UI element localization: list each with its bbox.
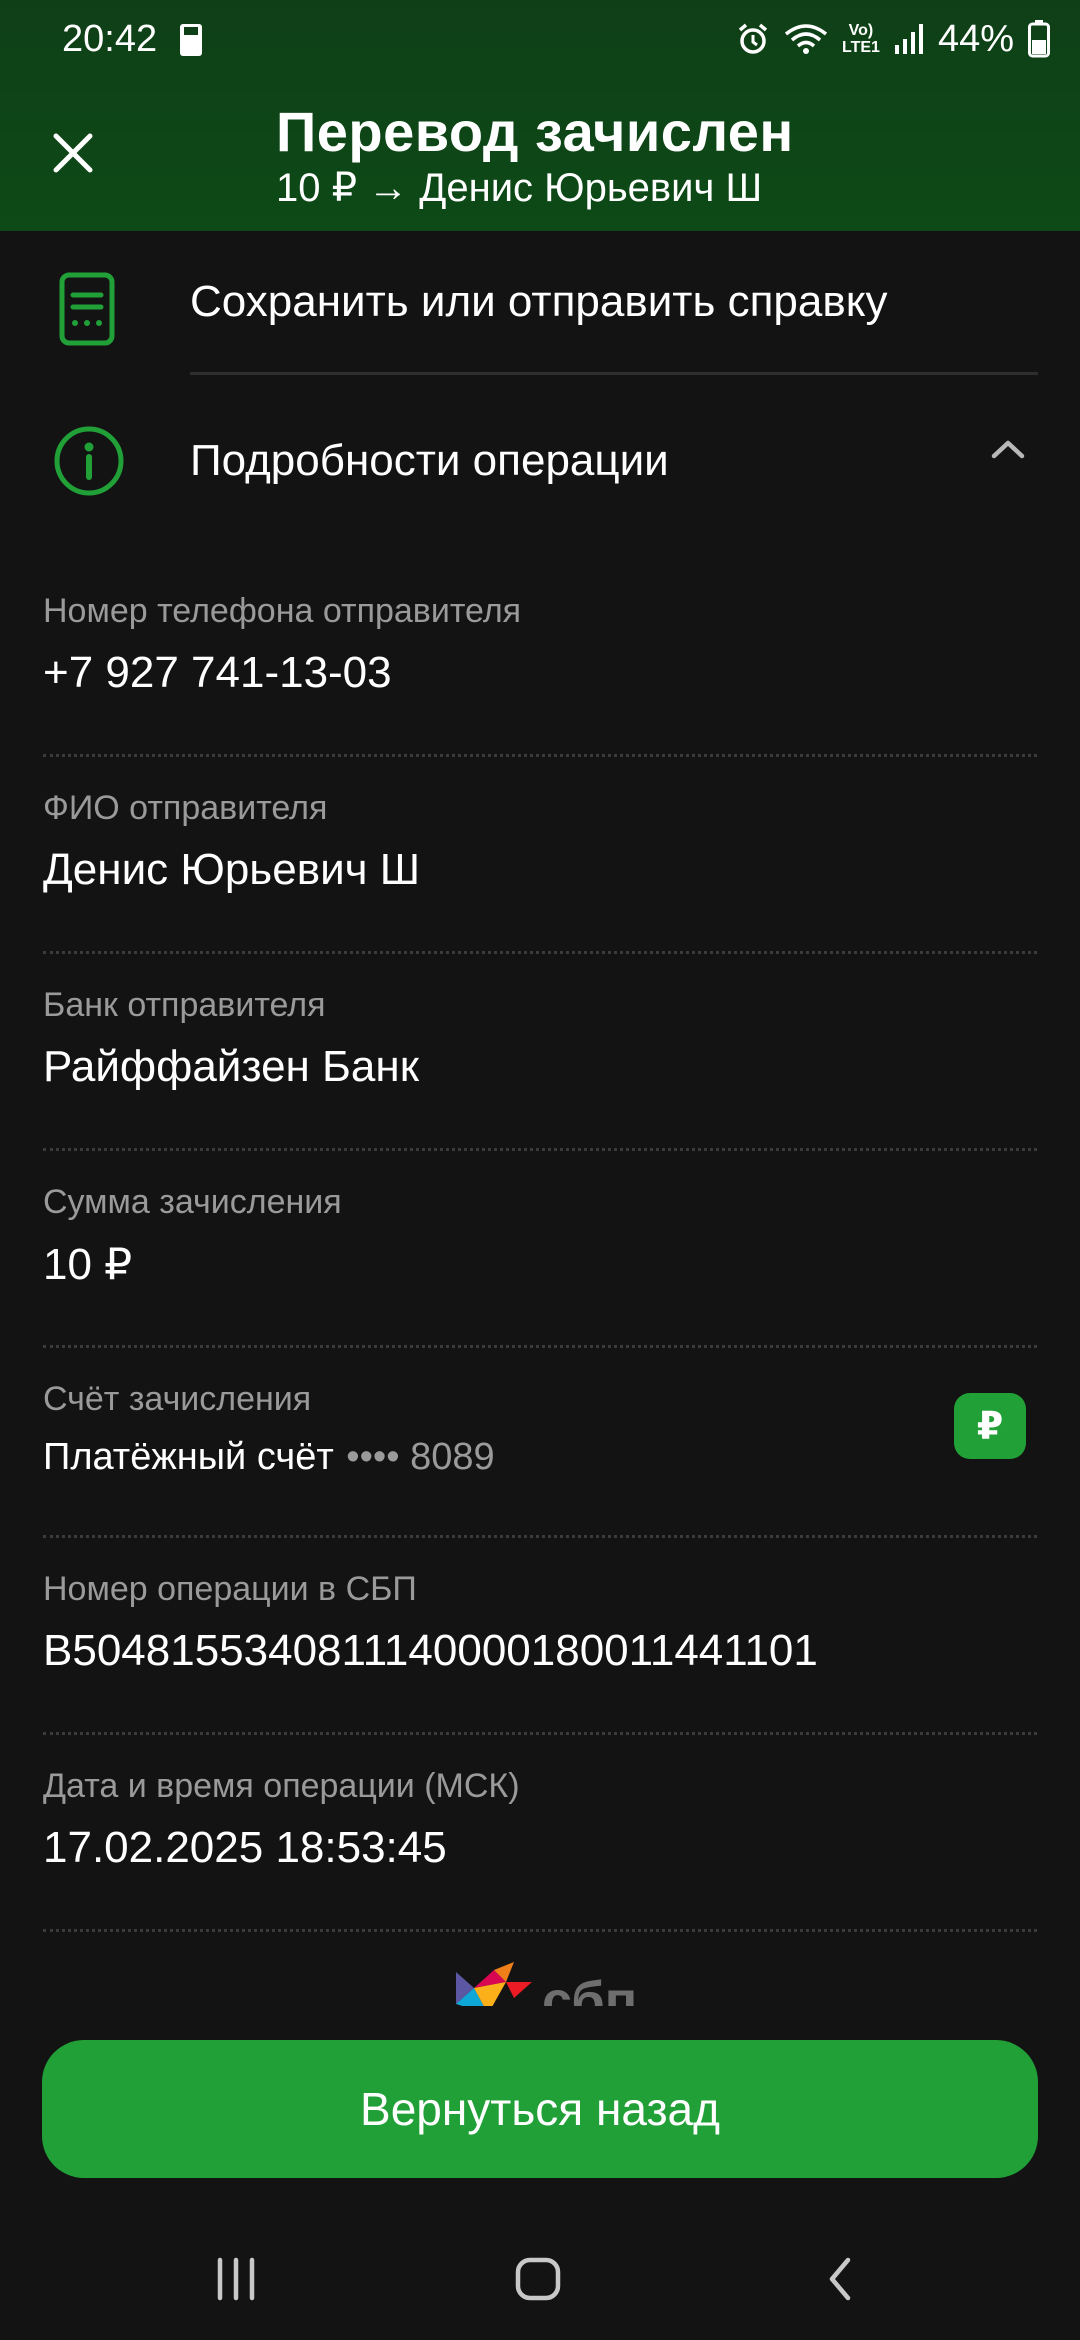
sbp-logo-text: сбп [542, 1971, 634, 2006]
lte-label: LTE1 [842, 39, 880, 56]
close-button[interactable] [44, 124, 102, 182]
chevron-up-icon [991, 440, 1025, 459]
save-certificate-row[interactable]: Сохранить или отправить справку [0, 231, 1080, 379]
operation-details-list: Номер телефона отправителя +7 927 741-13… [0, 560, 1080, 1932]
volte-icon: Vo) LTE1 [842, 22, 880, 56]
sbp-logo: сбп [454, 1954, 634, 2006]
sd-card-icon [180, 24, 202, 56]
field-amount: Сумма зачисления 10 ₽ [0, 1151, 1080, 1348]
alarm-icon [738, 23, 768, 54]
field-label: Сумма зачисления [43, 1183, 342, 1221]
close-icon [53, 133, 93, 173]
field-sender-bank: Банк отправителя Райффайзен Банк [0, 954, 1080, 1151]
volte-label: Vo) [848, 22, 874, 39]
status-bar: 20:42 Vo) LTE1 44% [0, 0, 1080, 80]
field-sbp-operation-number: Номер операции в СБП B504815534081114000… [0, 1538, 1080, 1735]
account-mask: •••• 8089 [346, 1436, 495, 1478]
status-time: 20:42 [62, 18, 158, 60]
page-subtitle: 10 ₽ → Денис Юрьевич Ш [276, 166, 763, 210]
field-label: Банк отправителя [43, 986, 326, 1024]
status-icons: Vo) LTE1 44% [736, 14, 1050, 64]
field-value: 17.02.2025 18:53:45 [43, 1823, 447, 1872]
sbp-logo-mark [456, 1962, 532, 2006]
operation-details-toggle[interactable]: Подробности операции [0, 390, 1080, 540]
battery-icon [1028, 20, 1050, 58]
page-title: Перевод зачислен [276, 100, 794, 163]
home-icon[interactable] [513, 2252, 563, 2306]
ruble-icon: ₽ [954, 1393, 1026, 1459]
battery-percent: 44% [937, 17, 1014, 60]
field-label: Дата и время операции (МСК) [43, 1767, 520, 1805]
field-value: Денис Юрьевич Ш [43, 845, 421, 894]
field-value: Райффайзен Банк [43, 1042, 419, 1091]
field-sender-name: ФИО отправителя Денис Юрьевич Ш [0, 757, 1080, 954]
field-label: ФИО отправителя [43, 789, 328, 827]
field-label: Счёт зачисления [43, 1380, 312, 1418]
field-value: 10 ₽ [43, 1240, 133, 1289]
back-button[interactable]: Вернуться назад [42, 2040, 1038, 2178]
field-value: Платёжный счёт •••• 8089 [43, 1436, 495, 1479]
document-icon [59, 272, 115, 346]
system-navigation-bar [0, 2220, 1080, 2340]
field-value[interactable]: B5048155340811140000180011441101 [43, 1626, 818, 1676]
field-operation-datetime: Дата и время операции (МСК) 17.02.2025 1… [0, 1735, 1080, 1932]
wifi-icon [784, 24, 828, 54]
field-sender-phone: Номер телефона отправителя +7 927 741-13… [0, 560, 1080, 757]
field-value[interactable]: +7 927 741-13-03 [43, 648, 392, 698]
title-block: Перевод зачислен 10 ₽ → Денис Юрьевич Ш [276, 100, 794, 210]
field-label: Номер телефона отправителя [43, 592, 522, 630]
back-nav-icon[interactable] [822, 2252, 858, 2306]
divider [43, 1929, 1037, 1932]
operation-details-label: Подробности операции [190, 436, 669, 485]
info-icon [54, 426, 124, 496]
top-app-bar: 20:42 Vo) LTE1 44% Перевод зачислен 10 ₽… [0, 0, 1080, 231]
field-label: Номер операции в СБП [43, 1570, 417, 1608]
account-name: Платёжный счёт [43, 1436, 334, 1478]
divider [190, 372, 1038, 375]
save-certificate-label: Сохранить или отправить справку [190, 277, 888, 326]
recent-apps-icon[interactable] [212, 2252, 260, 2306]
signal-icon [894, 24, 923, 54]
field-credit-account[interactable]: Счёт зачисления Платёжный счёт •••• 8089… [0, 1348, 1080, 1538]
